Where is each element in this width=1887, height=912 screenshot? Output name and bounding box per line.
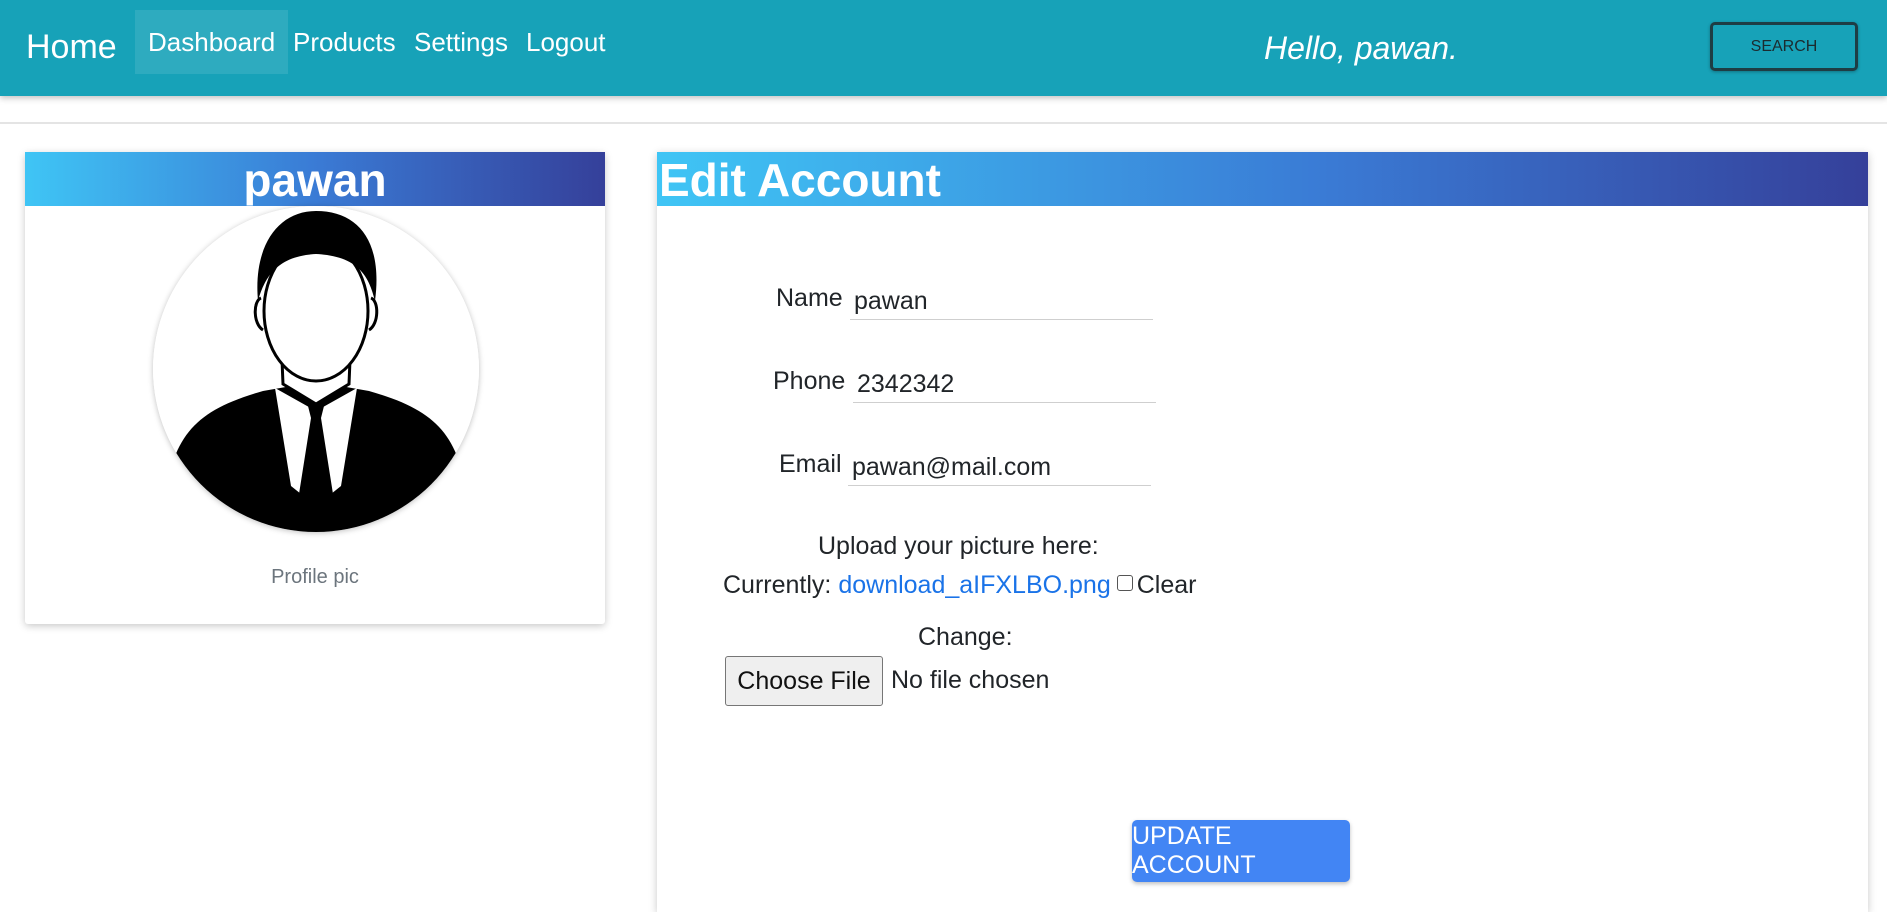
user-silhouette-icon [153,206,479,532]
edit-account-card: Edit Account Name Phone Email Upload you… [657,152,1868,912]
nav-link-products[interactable]: Products [280,10,409,74]
clear-checkbox[interactable] [1116,575,1133,591]
upload-label: Upload your picture here: [818,532,1099,560]
update-account-button[interactable]: UPDATE ACCOUNT [1132,820,1350,882]
divider [0,122,1887,124]
name-field[interactable] [850,284,1153,320]
avatar [153,206,479,532]
phone-label: Phone [773,367,846,395]
nav-link-settings[interactable]: Settings [401,10,521,74]
phone-field[interactable] [853,367,1156,403]
currently-label: Currently: [723,571,832,599]
nav-link-dashboard[interactable]: Dashboard [135,10,289,74]
change-label: Change: [918,623,1013,651]
current-file-link[interactable]: download_aIFXLBO.png [838,571,1110,599]
nav-brand-home[interactable]: Home [26,28,117,67]
top-navbar: Home Dashboard Products Settings Logout … [0,0,1887,96]
avatar-caption: Profile pic [271,566,359,588]
choose-file-button[interactable]: Choose File [725,656,883,706]
no-file-chosen-text: No file chosen [891,666,1050,694]
greeting-text: Hello, pawan. [1264,30,1458,66]
profile-name: pawan [243,154,387,206]
search-button[interactable]: SEARCH [1710,22,1858,71]
email-field[interactable] [848,450,1151,486]
profile-card: pawan Profile pic [25,152,605,624]
current-file-row: Currently: download_aIFXLBO.png Clear [723,571,1197,600]
edit-account-title: Edit Account [659,154,941,206]
name-label: Name [776,284,843,312]
nav-link-logout[interactable]: Logout [513,10,619,74]
clear-label: Clear [1136,571,1197,599]
email-label: Email [779,450,842,478]
